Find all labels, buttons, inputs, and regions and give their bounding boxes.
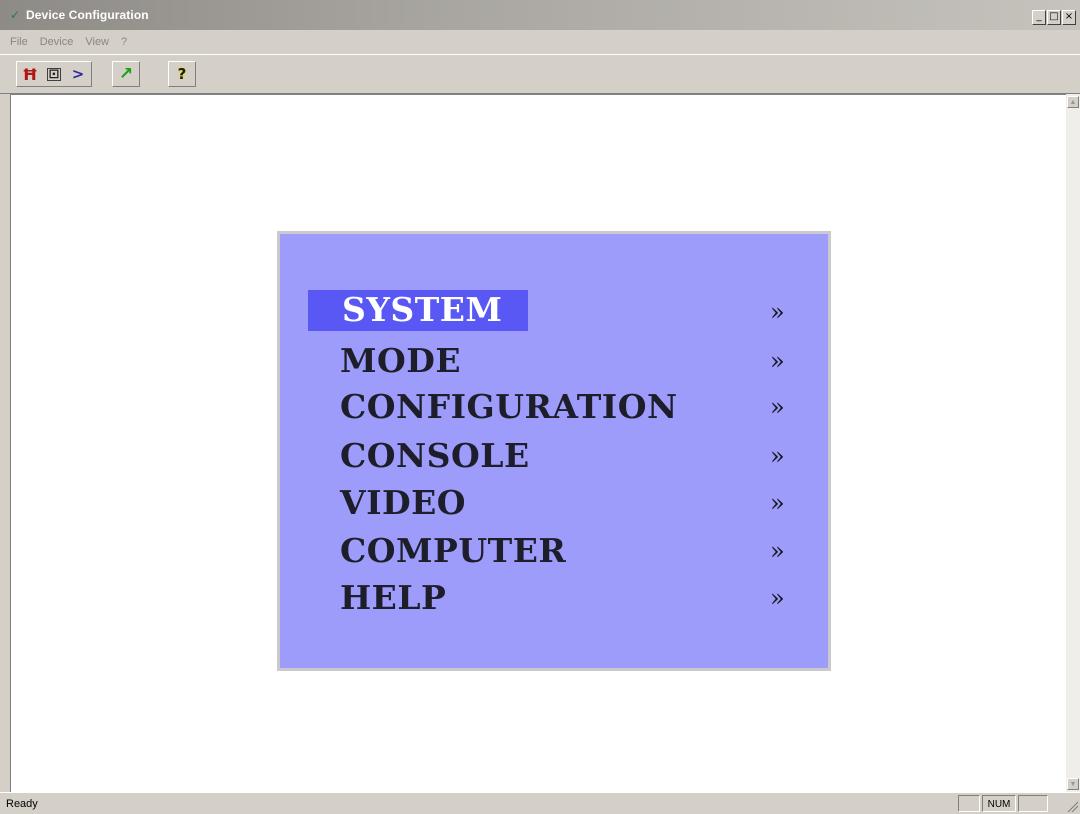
osd-item-label: SYSTEM [308,290,529,331]
toolbar-group-help: ? [168,61,196,87]
help-icon: ? [177,65,187,83]
vertical-scrollbar[interactable]: ▲ ▼ [1066,94,1080,792]
toolbar-group-refresh: ↗ [112,61,140,87]
app-icon: ✓ [10,8,21,22]
status-pane-caps [958,795,980,812]
menu-file[interactable]: File [10,36,28,48]
osd-item-computer[interactable]: COMPUTER » [340,527,810,571]
submenu-arrow-icon: » [770,393,786,421]
osd-item-video[interactable]: VIDEO » [340,479,810,523]
submenu-arrow-icon: » [770,347,786,375]
help-button[interactable]: ? [171,63,193,85]
osd-item-label: COMPUTER [340,531,567,570]
status-pane-scroll [1018,795,1048,812]
close-button[interactable]: × [1062,10,1076,25]
submenu-arrow-icon: » [770,537,786,565]
resize-grip-icon[interactable] [1066,800,1078,812]
osd-item-label: CONSOLE [340,436,530,475]
refresh-button[interactable]: ↗ [115,63,137,85]
toolbar-group-main: Ħ ⊡ > [16,61,92,87]
osd-menu-panel: SYSTEM » MODE » CONFIGURATION » CONSOLE … [277,231,831,671]
properties-icon: ⊡ [47,66,61,82]
osd-item-label: HELP [340,578,447,617]
menu-help[interactable]: ? [121,36,127,48]
minimize-button[interactable]: _ [1032,10,1046,25]
menu-device[interactable]: Device [40,36,74,48]
properties-button[interactable]: ⊡ [43,63,65,85]
title-bar: ✓ Device Configuration _ □ × [0,0,1080,30]
osd-item-console[interactable]: CONSOLE » [340,432,810,476]
connect-icon: > [71,65,85,83]
osd-item-label: CONFIGURATION [340,387,678,426]
osd-item-configuration[interactable]: CONFIGURATION » [340,383,810,427]
osd-item-label: VIDEO [340,483,467,522]
exit-button[interactable]: Ħ [19,63,41,85]
status-pane-num: NUM [982,795,1016,812]
osd-item-mode[interactable]: MODE » [340,337,810,381]
submenu-arrow-icon: » [770,584,786,612]
toolbar: Ħ ⊡ > ↗ ? [0,54,1080,94]
scroll-down-icon[interactable]: ▼ [1067,778,1079,790]
menu-bar: File Device View ? [0,30,1080,54]
maximize-button[interactable]: □ [1047,10,1061,25]
osd-item-label: MODE [340,341,462,380]
submenu-arrow-icon: » [770,298,786,326]
connect-button[interactable]: > [67,63,89,85]
refresh-icon: ↗ [118,64,134,84]
window-controls: _ □ × [1031,10,1076,25]
status-bar: Ready NUM [0,792,1080,814]
submenu-arrow-icon: » [770,489,786,517]
status-text: Ready [6,798,38,810]
scroll-up-icon[interactable]: ▲ [1067,96,1079,108]
window-title: Device Configuration [26,8,149,22]
exit-icon: Ħ [22,64,38,84]
menu-view[interactable]: View [85,36,109,48]
osd-item-system[interactable]: SYSTEM » [308,288,810,332]
submenu-arrow-icon: » [770,442,786,470]
osd-item-help[interactable]: HELP » [340,574,810,618]
